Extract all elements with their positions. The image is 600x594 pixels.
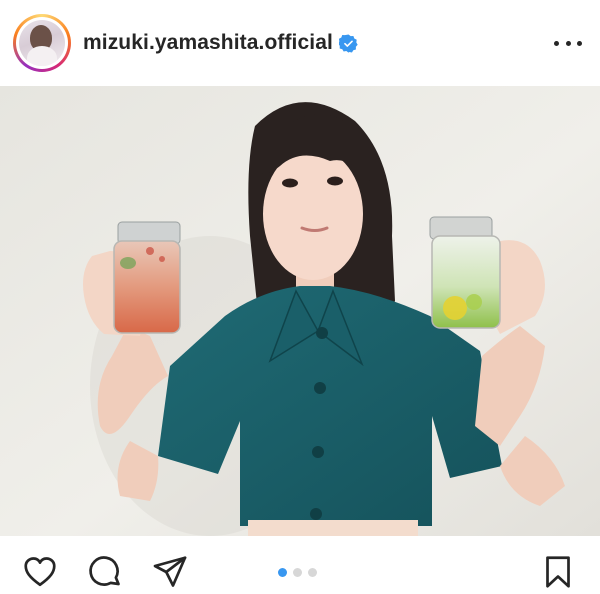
carousel-dot-2 xyxy=(293,568,302,577)
heart-icon[interactable] xyxy=(22,554,58,590)
post-photo[interactable] xyxy=(0,86,600,536)
bookmark-icon[interactable] xyxy=(540,554,576,590)
carousel-indicator xyxy=(278,568,317,577)
avatar xyxy=(19,20,65,66)
avatar-story-ring[interactable] xyxy=(13,14,71,72)
verified-badge-icon xyxy=(338,33,358,53)
post-action-bar xyxy=(0,536,600,594)
carousel-dot-3 xyxy=(308,568,317,577)
username[interactable]: mizuki.yamashita.official xyxy=(83,31,333,55)
post-header: mizuki.yamashita.official xyxy=(0,0,600,86)
paper-plane-icon[interactable] xyxy=(152,554,188,590)
post-photo-illustration xyxy=(0,86,600,536)
more-options-icon[interactable] xyxy=(554,33,582,53)
comment-icon[interactable] xyxy=(87,554,123,590)
carousel-dot-1 xyxy=(278,568,287,577)
